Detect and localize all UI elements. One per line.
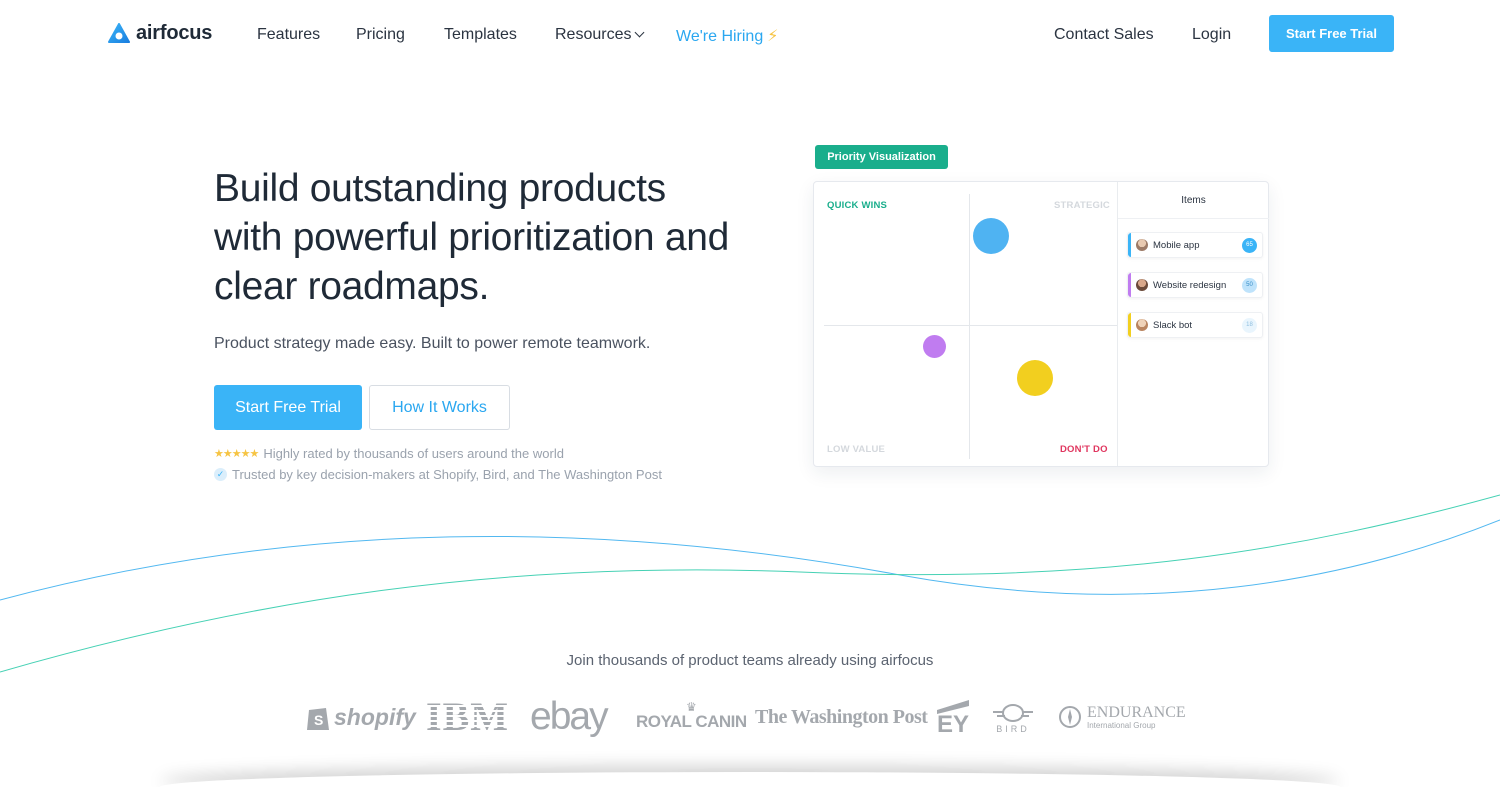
start-trial-button[interactable]: Start Free Trial [214,385,362,430]
list-item[interactable]: Mobile app 65 [1127,232,1263,258]
item-dot-website-redesign[interactable] [923,335,946,358]
ebay-logo: ebay [530,695,609,738]
check-icon: ✓ [214,468,227,481]
priority-card: QUICK WINS STRATEGIC LOW VALUE DON'T DO … [813,181,1269,467]
nav-hiring[interactable]: We're Hiring ⚡ [676,26,778,46]
item-color-bar [1128,313,1131,337]
item-name: Mobile app [1153,239,1200,251]
nav-resources-label: Resources [555,26,632,43]
priority-matrix: QUICK WINS STRATEGIC LOW VALUE DON'T DO [814,182,1117,466]
items-panel: Items Mobile app 65 Website redesign 50 … [1117,182,1269,466]
trusted-line: ✓ Trusted by key decision-makers at Shop… [214,467,662,482]
hero-subtitle: Product strategy made easy. Built to pow… [214,335,651,352]
trusted-text: Trusted by key decision-makers at Shopif… [232,467,662,482]
avatar [1136,239,1148,251]
compass-icon [1059,706,1081,728]
avatar [1136,279,1148,291]
royal-canin-logo: ♛ ROYAL CANIN [636,700,747,731]
item-color-bar [1128,233,1131,257]
nav-start-trial-button[interactable]: Start Free Trial [1269,15,1394,52]
avatar [1136,319,1148,331]
quadrant-low-value: LOW VALUE [827,444,886,455]
customers-heading: Join thousands of product teams already … [566,652,934,669]
airfocus-logo-icon [108,22,130,43]
how-it-works-button[interactable]: How It Works [369,385,510,430]
item-color-bar [1128,273,1131,297]
nav-resources[interactable]: Resources [555,26,645,44]
nav-contact-sales[interactable]: Contact Sales [1054,26,1154,44]
quadrant-quick-wins: QUICK WINS [827,200,888,211]
score-badge: 18 [1242,317,1257,333]
nav-hiring-label: We're Hiring [676,28,764,45]
matrix-horizontal-divider [824,325,1117,326]
washington-post-logo: The Washington Post [755,705,928,728]
item-dot-slack-bot[interactable] [1017,360,1053,396]
list-item[interactable]: Website redesign 50 [1127,272,1263,298]
nav-login[interactable]: Login [1192,26,1231,44]
priority-visualization-badge: Priority Visualization [815,145,948,169]
nav-features[interactable]: Features [257,26,320,44]
brand-logo[interactable]: airfocus [108,22,212,45]
rating-line: ★★★★★ Highly rated by thousands of users… [214,446,564,461]
ibm-logo: IBM [426,694,509,739]
endurance-logo: ENDURANCE International Group [1058,696,1186,738]
quadrant-strategic: STRATEGIC [1054,200,1110,211]
item-dot-mobile-app[interactable] [973,218,1009,254]
lightning-icon: ⚡ [767,28,779,45]
items-header: Items [1118,182,1269,219]
item-name: Website redesign [1153,279,1227,291]
nav-templates[interactable]: Templates [444,26,517,44]
ey-logo: EY [935,696,969,738]
shopify-bag-icon: S [307,708,329,730]
matrix-vertical-divider [969,194,970,459]
svg-text:S: S [314,712,323,728]
star-rating-icon: ★★★★★ [214,448,259,460]
quadrant-dont-do: DON'T DO [1060,444,1108,455]
rating-text: Highly rated by thousands of users aroun… [263,446,564,461]
item-name: Slack bot [1153,319,1193,331]
hero-title: Build outstanding products with powerful… [214,167,729,308]
top-nav: airfocus Features Pricing Templates Reso… [0,0,1500,70]
brand-name: airfocus [136,22,213,44]
list-item[interactable]: Slack bot 18 [1127,312,1263,338]
customer-logos: S shopify IBM ebay ♛ ROYAL CANIN The Was… [305,694,1195,741]
score-badge: 65 [1242,237,1257,253]
page: airfocus Features Pricing Templates Reso… [0,0,1500,787]
score-badge: 50 [1242,277,1257,293]
shopify-logo: S shopify [305,696,416,738]
bird-logo: BIRD [989,696,1037,738]
crown-icon: ♛ [685,700,697,714]
nav-pricing[interactable]: Pricing [356,26,405,44]
bird-emblem-icon [993,704,1033,722]
chevron-down-icon [635,27,645,38]
bottom-section-edge [160,772,1340,787]
